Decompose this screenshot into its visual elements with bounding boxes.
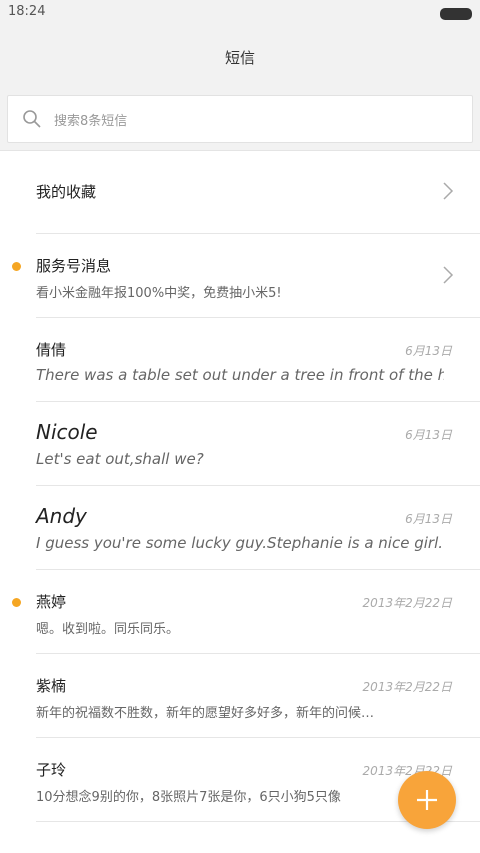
favorites-item[interactable]: 我的收藏	[36, 150, 480, 234]
contact-name: 子玲	[36, 761, 67, 779]
status-bar: 18:24	[0, 0, 480, 26]
compose-button[interactable]	[398, 771, 456, 829]
status-time: 18:24	[8, 4, 46, 19]
battery-icon	[440, 8, 472, 20]
contact-name: 紫楠	[36, 677, 67, 695]
conversation-item[interactable]: 燕婷 2013年2月22日 嗯。收到啦。同乐同乐。	[12, 570, 480, 654]
search-placeholder: 搜索8条短信	[54, 114, 128, 129]
conversation-item[interactable]: 紫楠 2013年2月22日 新年的祝福数不胜数，新年的愿望好多好多，新年的问候…	[36, 654, 480, 738]
favorites-label: 我的收藏	[36, 183, 97, 201]
search-icon	[23, 110, 41, 128]
conversation-item[interactable]: Andy 6月13日 I guess you're some lucky guy…	[36, 486, 480, 570]
contact-name: Andy	[36, 504, 87, 528]
message-preview: There was a table set out under a tree i…	[36, 366, 444, 384]
message-preview: I guess you're some lucky guy.Stephanie …	[36, 534, 443, 552]
chevron-right-icon	[443, 182, 454, 200]
service-messages-item[interactable]: 服务号消息 看小米金融年报100%中奖，免费抽小米5!	[12, 234, 480, 318]
page-title: 短信	[224, 49, 255, 67]
plus-icon	[417, 790, 437, 810]
message-date: 6月13日	[405, 344, 452, 358]
service-preview: 看小米金融年报100%中奖，免费抽小米5!	[36, 286, 282, 301]
message-date: 2013年2月22日	[362, 596, 452, 610]
search-input[interactable]: 搜索8条短信	[7, 95, 473, 143]
conversation-list: 我的收藏 服务号消息 看小米金融年报100%中奖，免费抽小米5! 倩倩 6月13…	[0, 150, 480, 822]
title-bar: 短信	[0, 26, 480, 88]
search-area: 搜索8条短信	[0, 88, 480, 151]
service-title: 服务号消息	[36, 257, 112, 275]
chevron-right-icon	[443, 266, 454, 284]
message-date: 6月13日	[405, 512, 452, 526]
unread-dot	[12, 598, 21, 607]
message-date: 6月13日	[405, 428, 452, 442]
conversation-item[interactable]: 倩倩 6月13日 There was a table set out under…	[36, 318, 480, 402]
message-preview: 10分想念9别的你，8张照片7张是你，6只小狗5只像	[36, 790, 341, 805]
message-date: 2013年2月22日	[362, 680, 452, 694]
contact-name: 燕婷	[36, 593, 67, 611]
conversation-item[interactable]: Nicole 6月13日 Let's eat out,shall we?	[36, 402, 480, 486]
message-preview: 嗯。收到啦。同乐同乐。	[36, 622, 180, 637]
contact-name: Nicole	[36, 420, 98, 444]
unread-dot	[12, 262, 21, 271]
message-preview: 新年的祝福数不胜数，新年的愿望好多好多，新年的问候…	[36, 706, 375, 721]
contact-name: 倩倩	[36, 341, 67, 359]
message-preview: Let's eat out,shall we?	[36, 450, 204, 468]
